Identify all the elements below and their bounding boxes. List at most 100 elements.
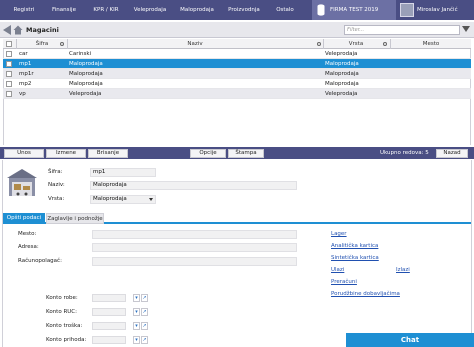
brisanje-button[interactable]: Brisanje xyxy=(88,149,128,158)
firm-name: FIRMA TEST 2019 xyxy=(330,7,379,13)
table-row[interactable]: car Carinski Veleprodaja xyxy=(3,49,471,59)
stampa-button[interactable]: Štampa xyxy=(228,149,264,158)
col-naziv[interactable]: Naziv xyxy=(68,39,322,49)
table-row[interactable]: mp2 Maloprodaja Maloprodaja xyxy=(3,79,471,89)
nazad-button[interactable]: Nazad xyxy=(436,149,468,158)
cell-sifra: mp2 xyxy=(19,81,32,87)
row-checkbox[interactable] xyxy=(6,81,12,87)
tab-opsti-podaci[interactable]: Opšti podaci xyxy=(3,213,45,224)
detail-tabs: Opšti podaci Zaglavlje i podnožje xyxy=(3,213,471,224)
table-row[interactable]: vp Veleprodaja Veleprodaja xyxy=(3,89,471,99)
link-preracuni[interactable]: Preračuni xyxy=(331,279,357,285)
cell-naziv: Maloprodaja xyxy=(69,71,103,77)
user-menu[interactable]: Miroslav Jančić xyxy=(396,0,474,20)
konto-ruc-field[interactable] xyxy=(92,308,126,316)
opcije-button[interactable]: Opcije xyxy=(190,149,226,158)
konto-troska-label: Konto troška: xyxy=(46,323,83,329)
panel-border-left xyxy=(2,160,3,347)
chevron-down-icon[interactable]: ▾ xyxy=(133,308,140,316)
avatar xyxy=(400,3,414,17)
racunopolagac-label: Računopolagač: xyxy=(18,258,62,264)
cell-vrsta: Veleprodaja xyxy=(325,91,358,97)
cell-naziv: Maloprodaja xyxy=(69,61,103,67)
adresa-label: Adresa: xyxy=(18,244,39,250)
link-sinteticka-kartica[interactable]: Sintetička kartica xyxy=(331,255,379,261)
mesto-label: Mesto: xyxy=(18,231,37,237)
cell-vrsta: Maloprodaja xyxy=(325,61,359,67)
cell-sifra: mp1 xyxy=(19,61,32,67)
cell-vrsta: Maloprodaja xyxy=(325,71,359,77)
unos-button[interactable]: Unos xyxy=(4,149,44,158)
link-izlazi[interactable]: Izlazi xyxy=(396,267,410,273)
racunopolagac-field[interactable] xyxy=(92,257,297,266)
naziv-label: Naziv: xyxy=(48,182,65,188)
user-name: Miroslav Jančić xyxy=(417,7,458,13)
row-count: Ukupno redova: 5 xyxy=(380,150,429,156)
nav-kpr-kir[interactable]: KPR / KIR xyxy=(86,0,126,20)
title-bar: Magacini Filter... xyxy=(0,22,474,38)
back-arrow-icon[interactable] xyxy=(3,25,11,35)
chevron-down-icon[interactable]: ▾ xyxy=(133,336,140,344)
cell-naziv: Veleprodaja xyxy=(69,91,102,97)
filter-input[interactable]: Filter... xyxy=(344,25,460,35)
mesto-field[interactable] xyxy=(92,230,297,239)
warehouse-icon xyxy=(7,169,37,196)
link-analiticka-kartica[interactable]: Analitička kartica xyxy=(331,243,378,249)
tab-zaglavlje[interactable]: Zaglavlje i podnožje xyxy=(46,213,104,224)
sifra-label: Šifra: xyxy=(48,169,63,175)
table-row[interactable]: mp1r Maloprodaja Maloprodaja xyxy=(3,69,471,79)
cell-sifra: vp xyxy=(19,91,26,97)
konto-troska-field[interactable] xyxy=(92,322,126,330)
select-all-checkbox[interactable] xyxy=(6,41,12,47)
nav-finansije[interactable]: Finansije xyxy=(45,0,83,20)
row-checkbox[interactable] xyxy=(6,61,12,67)
search-icon[interactable] xyxy=(383,42,387,46)
izmene-button[interactable]: Izmene xyxy=(46,149,86,158)
link-icon[interactable]: ↗ xyxy=(141,308,148,316)
chevron-down-icon[interactable]: ▾ xyxy=(133,322,140,330)
cell-sifra: mp1r xyxy=(19,71,34,77)
konto-prihoda-field[interactable] xyxy=(92,336,126,344)
nav-registri[interactable]: Registri xyxy=(6,0,42,20)
row-checkbox[interactable] xyxy=(6,51,12,57)
col-mesto[interactable]: Mesto xyxy=(391,39,471,49)
row-checkbox[interactable] xyxy=(6,91,12,97)
konto-robe-field[interactable] xyxy=(92,294,126,302)
cell-vrsta: Veleprodaja xyxy=(325,51,358,57)
cell-sifra: car xyxy=(19,51,28,57)
col-vrsta[interactable]: Vrsta xyxy=(324,39,388,49)
funnel-icon[interactable] xyxy=(462,26,470,32)
link-porudzbine[interactable]: Porudžbine dobavljačima xyxy=(331,291,400,297)
link-icon[interactable]: ↗ xyxy=(141,322,148,330)
nav-proizvodnja[interactable]: Proizvodnja xyxy=(222,0,266,20)
home-icon[interactable] xyxy=(13,25,23,35)
chat-button[interactable]: Chat xyxy=(346,333,474,347)
link-icon[interactable]: ↗ xyxy=(141,336,148,344)
table-row-selected[interactable]: mp1 Maloprodaja Maloprodaja xyxy=(3,59,471,69)
nav-veleprodaja[interactable]: Veleprodaja xyxy=(128,0,172,20)
link-lager[interactable]: Lager xyxy=(331,231,347,237)
konto-ruc-label: Konto RUC: xyxy=(46,309,77,315)
sifra-field[interactable]: mp1 xyxy=(90,168,156,177)
row-checkbox[interactable] xyxy=(6,71,12,77)
adresa-field[interactable] xyxy=(92,243,297,252)
top-nav: Registri Finansije KPR / KIR Veleprodaja… xyxy=(0,0,474,20)
link-icon[interactable]: ↗ xyxy=(141,294,148,302)
nav-maloprodaja[interactable]: Maloprodaja xyxy=(174,0,220,20)
database-icon xyxy=(317,4,325,16)
firm-selector[interactable]: FIRMA TEST 2019 xyxy=(312,0,396,20)
action-bar: Unos Izmene Brisanje Opcije Štampa Ukupn… xyxy=(0,147,474,159)
search-icon[interactable] xyxy=(317,42,321,46)
vrsta-value: Maloprodaja xyxy=(93,196,127,202)
cell-vrsta: Maloprodaja xyxy=(325,81,359,87)
search-icon[interactable] xyxy=(60,42,64,46)
vrsta-select[interactable]: Maloprodaja xyxy=(90,195,156,204)
link-ulazi[interactable]: Ulazi xyxy=(331,267,344,273)
konto-robe-label: Konto robe: xyxy=(46,295,78,301)
naziv-field[interactable]: Maloprodaja xyxy=(90,181,297,190)
nav-ostalo[interactable]: Ostalo xyxy=(268,0,302,20)
cell-naziv: Maloprodaja xyxy=(69,81,103,87)
cell-naziv: Carinski xyxy=(69,51,92,57)
panel-border-right xyxy=(471,160,472,333)
chevron-down-icon[interactable]: ▾ xyxy=(133,294,140,302)
